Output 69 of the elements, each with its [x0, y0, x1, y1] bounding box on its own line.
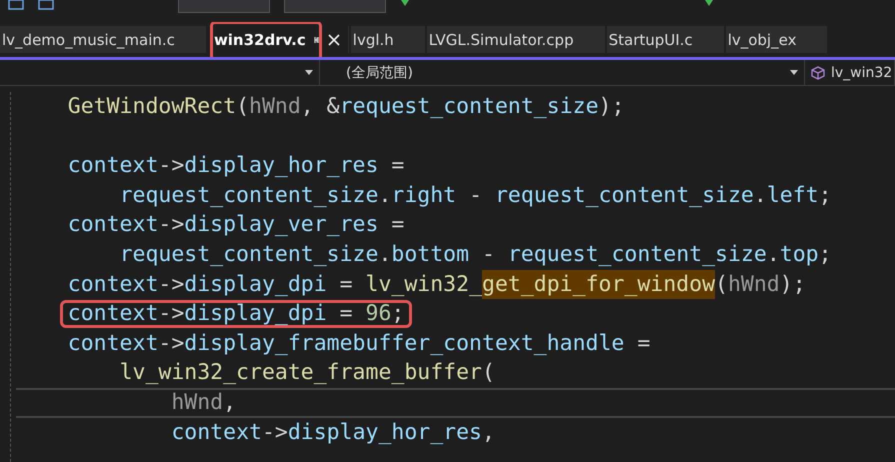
code-punctuation: ,: [482, 418, 495, 447]
code-identifier: bottom: [391, 240, 470, 269]
code-punctuation: .: [378, 240, 392, 269]
code-punctuation: .: [766, 240, 780, 269]
code-identifier: display_framebuffer_context_handle: [184, 330, 624, 358]
code-parameter: hWnd: [171, 388, 224, 417]
code-punctuation: ->: [262, 418, 288, 447]
code-identifier: context: [68, 211, 158, 240]
code-punctuation: .: [754, 182, 767, 210]
code-punctuation: .: [378, 182, 392, 210]
file-tab[interactable]: lvgl.h: [350, 26, 425, 53]
code-function: lv_win32_create_frame_buffer: [120, 359, 482, 388]
code-punctuation: =: [391, 152, 404, 180]
code-identifier: display_hor_res: [288, 418, 482, 447]
code-punctuation: ->: [158, 152, 184, 180]
code-function: GetWindowRect: [68, 93, 236, 121]
caret-icon: [305, 70, 313, 75]
code-punctuation: (: [236, 93, 250, 121]
code-identifier: left: [766, 182, 819, 210]
file-tab[interactable]: lv_demo_music_main.c: [0, 26, 206, 53]
file-tab[interactable]: StartupUI.c: [606, 26, 724, 53]
code-parameter: hWnd: [728, 270, 780, 299]
pin-icon[interactable]: [312, 34, 322, 44]
code-punctuation: ;: [818, 182, 832, 210]
code-punctuation: ->: [158, 302, 184, 325]
code-punctuation: =: [637, 330, 650, 358]
code-punctuation: -: [469, 182, 484, 210]
code-punctuation: ->: [158, 211, 184, 240]
code-punctuation: (: [715, 270, 728, 299]
code-punctuation: =: [338, 302, 354, 325]
code-punctuation: =: [391, 211, 404, 240]
code-parameter: hWnd: [249, 93, 301, 121]
code-punctuation: (: [482, 359, 495, 388]
file-tab[interactable]: LVGL.Simulator.cpp: [426, 26, 605, 53]
close-icon[interactable]: [328, 34, 340, 46]
code-punctuation: =: [340, 270, 354, 299]
code-identifier: context: [68, 302, 158, 325]
code-punctuation: ;: [391, 302, 404, 325]
code-identifier: display_ver_res: [184, 211, 378, 240]
code-punctuation: );: [780, 270, 806, 299]
code-number: 96: [366, 302, 392, 325]
code-punctuation: -: [482, 240, 496, 269]
code-punctuation: ->: [158, 270, 184, 299]
cube-icon: [811, 66, 825, 80]
code-function: lv_win32_: [366, 270, 482, 299]
member-dropdown[interactable]: lv_win32: [805, 60, 895, 85]
caret-icon: [790, 70, 798, 75]
code-identifier: context: [68, 152, 158, 180]
code-identifier: request_content_size: [494, 182, 754, 210]
code-identifier: right: [391, 182, 456, 210]
code-punctuation: ,: [223, 388, 236, 417]
code-punctuation: );: [598, 93, 624, 121]
code-identifier: top: [780, 240, 819, 269]
code-identifier: request_content_size: [120, 182, 378, 210]
code-punctuation: ;: [818, 240, 832, 269]
code-identifier: display_dpi: [184, 302, 327, 325]
code-identifier: display_hor_res: [184, 152, 378, 180]
code-punctuation: , &: [300, 93, 340, 121]
code-identifier: context: [68, 270, 158, 299]
code-identifier: request_content_size: [120, 240, 378, 269]
code-identifier: context: [171, 418, 262, 447]
code-identifier: display_dpi: [184, 270, 327, 299]
search-match: get_dpi_for_window: [482, 270, 716, 300]
code-identifier: request_content_size: [508, 240, 767, 269]
scope-dropdown[interactable]: (全局范围): [320, 60, 805, 85]
code-punctuation: ->: [158, 330, 184, 358]
code-identifier: request_content_size: [340, 93, 599, 121]
code-identifier: context: [68, 330, 158, 358]
file-tab[interactable]: lv_obj_ex: [726, 26, 828, 53]
